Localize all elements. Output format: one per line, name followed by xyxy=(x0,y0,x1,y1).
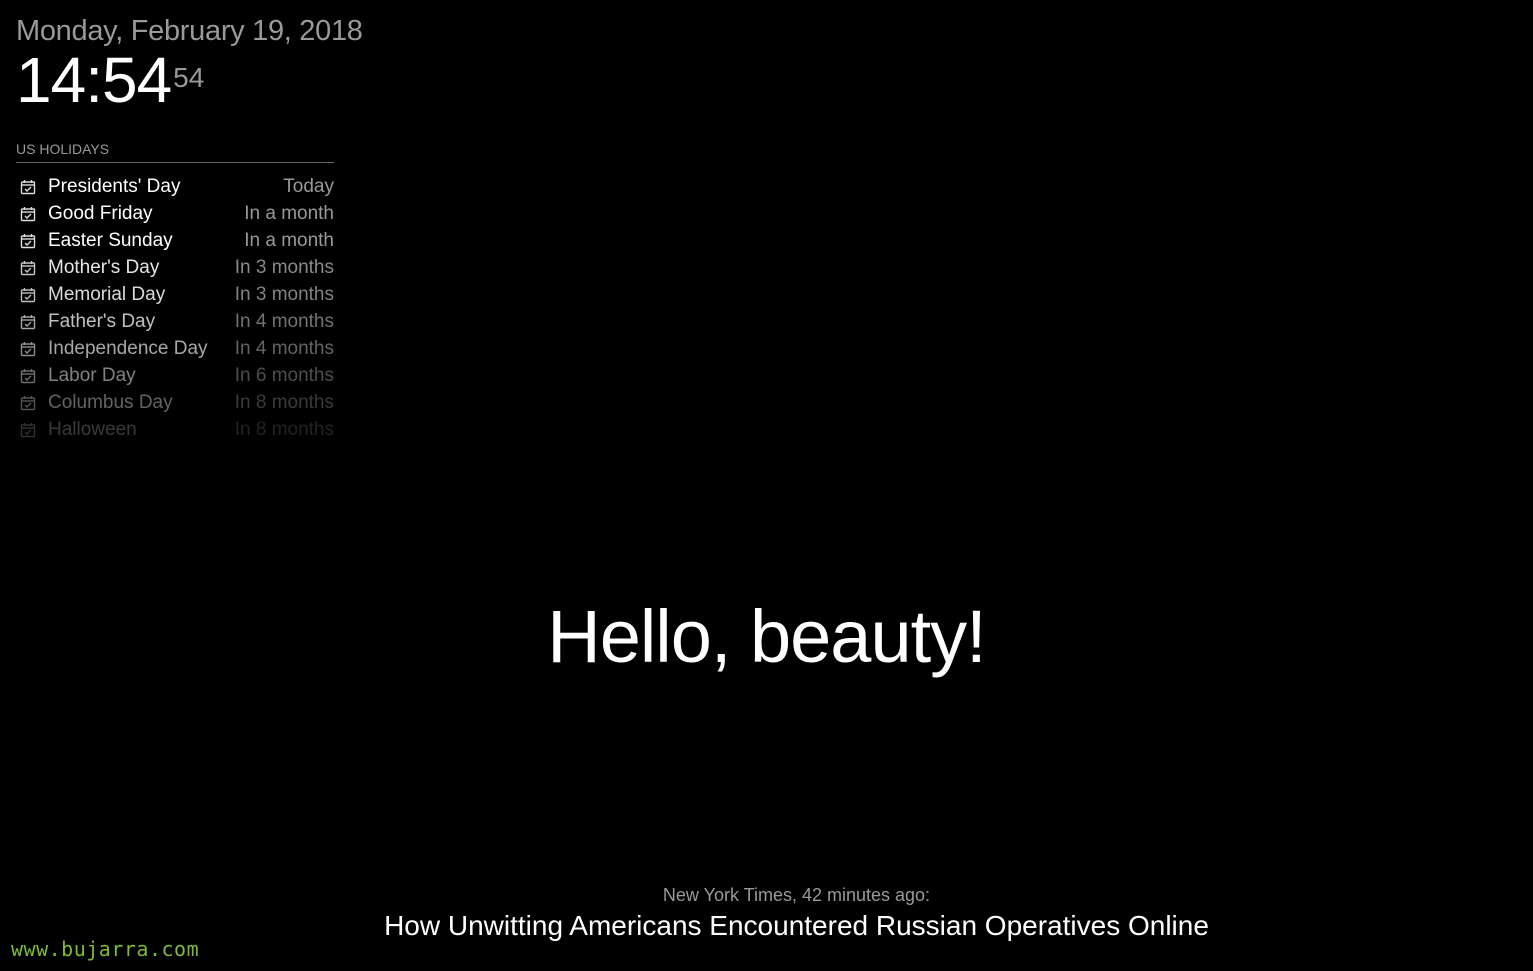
calendar-check-icon xyxy=(20,206,36,222)
calendar-event: Memorial Day In 3 months xyxy=(16,281,334,308)
clock-hours-minutes: 14:54 xyxy=(16,44,172,116)
calendar-event-time: In a month xyxy=(244,202,334,224)
newsfeed-module: New York Times, 42 minutes ago: How Unwi… xyxy=(0,882,1533,944)
calendar-event: Easter Sunday In a month xyxy=(16,227,334,254)
calendar-check-icon xyxy=(20,233,36,249)
magic-mirror-screen: Monday, February 19, 2018 14:5454 US HOL… xyxy=(0,0,1533,971)
calendar-event-time: In a month xyxy=(244,229,334,251)
calendar-event-title: Halloween xyxy=(48,418,137,440)
calendar-event-title: Presidents' Day xyxy=(48,175,181,197)
calendar-event-time: In 3 months xyxy=(234,283,334,305)
calendar-event-time: In 4 months xyxy=(234,337,334,359)
calendar-event-title: Father's Day xyxy=(48,310,156,332)
calendar-event-time: In 3 months xyxy=(234,256,334,278)
calendar-event: Mother's Day In 3 months xyxy=(16,254,334,281)
calendar-event: Father's Day In 4 months xyxy=(16,308,334,335)
calendar-module: US HOLIDAYS Presidents' Day Today Good F… xyxy=(16,140,334,443)
compliment-text: Hello, beauty! xyxy=(547,595,987,678)
calendar-event-title: Independence Day xyxy=(48,337,208,359)
calendar-event-time: In 6 months xyxy=(234,364,334,386)
calendar-event-title: Labor Day xyxy=(48,364,136,386)
calendar-check-icon xyxy=(20,422,36,438)
calendar-event-time: In 8 months xyxy=(234,391,334,413)
news-headline: How Unwitting Americans Encountered Russ… xyxy=(384,910,1209,941)
calendar-event-title: Good Friday xyxy=(48,202,153,224)
clock-seconds: 54 xyxy=(173,62,205,93)
calendar-event-time: In 8 months xyxy=(234,418,334,440)
clock-time: 14:5454 xyxy=(16,48,346,112)
calendar-event: Halloween In 8 months xyxy=(16,416,334,443)
calendar-event-title: Memorial Day xyxy=(48,283,166,305)
calendar-check-icon xyxy=(20,260,36,276)
calendar-event: Independence Day In 4 months xyxy=(16,335,334,362)
calendar-check-icon xyxy=(20,395,36,411)
news-source: New York Times, 42 minutes ago: xyxy=(662,885,931,905)
calendar-check-icon xyxy=(20,287,36,303)
site-watermark: www.bujarra.com xyxy=(11,937,200,961)
clock-module: Monday, February 19, 2018 14:5454 xyxy=(16,12,363,112)
calendar-event-title: Easter Sunday xyxy=(48,229,173,251)
calendar-header: US HOLIDAYS xyxy=(16,140,334,163)
calendar-event: Labor Day In 6 months xyxy=(16,362,334,389)
calendar-event-list: Presidents' Day Today Good Friday In a m… xyxy=(16,173,334,443)
calendar-event-title: Mother's Day xyxy=(48,256,160,278)
calendar-check-icon xyxy=(20,179,36,195)
calendar-event-time: In 4 months xyxy=(234,310,334,332)
calendar-check-icon xyxy=(20,368,36,384)
calendar-event: Columbus Day In 8 months xyxy=(16,389,334,416)
calendar-event-title: Columbus Day xyxy=(48,391,173,413)
calendar-event: Presidents' Day Today xyxy=(16,173,334,200)
calendar-check-icon xyxy=(20,314,36,330)
calendar-check-icon xyxy=(20,341,36,357)
calendar-event: Good Friday In a month xyxy=(16,200,334,227)
calendar-event-time: Today xyxy=(283,175,334,197)
